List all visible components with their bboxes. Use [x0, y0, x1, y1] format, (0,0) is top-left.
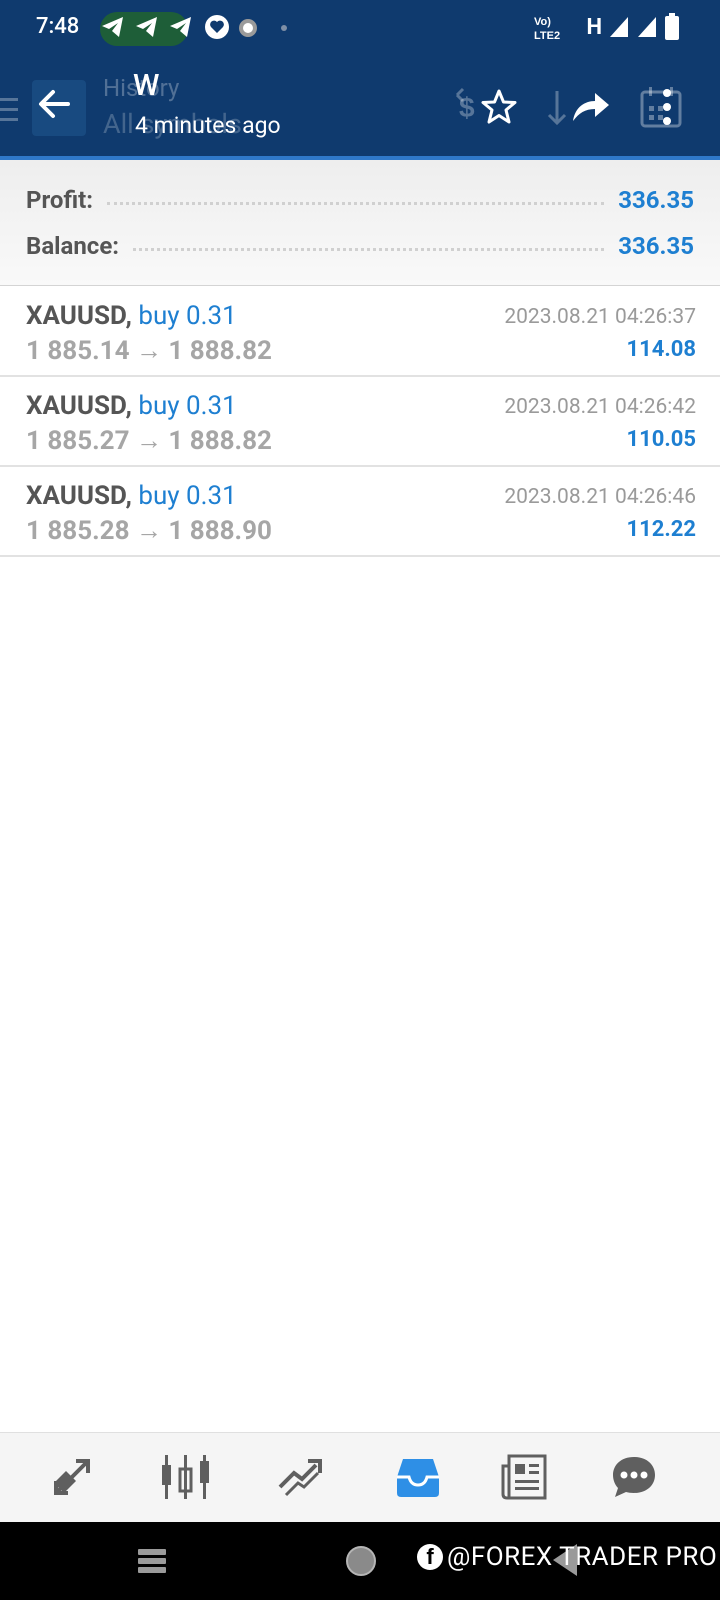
quotes-icon	[54, 1459, 90, 1495]
messages-icon	[613, 1457, 655, 1497]
svg-text:Vo): Vo)	[534, 16, 551, 28]
page-subtitle: 4 minutes ago	[135, 112, 281, 139]
system-nav-bar: f @FOREX TRADER PRO	[0, 1522, 720, 1600]
deal-profit: 110.05	[626, 427, 697, 452]
tab-history[interactable]	[388, 1447, 448, 1507]
dotted-leader	[106, 201, 605, 205]
news-icon	[501, 1454, 547, 1500]
profit-row: Profit: 336.35	[26, 182, 694, 218]
deal-type: buy 0.31	[138, 481, 237, 511]
share-button[interactable]	[566, 82, 616, 132]
deal-symbol: XAUUSD,	[26, 301, 132, 331]
balance-row: Balance: 336.35	[26, 228, 694, 264]
deal-time: 2023.08.21 04:26:37	[504, 305, 696, 329]
deal-type: buy 0.31	[138, 301, 237, 331]
account-summary: Profit: 336.35 Balance: 336.35	[0, 160, 720, 286]
heart-icon	[205, 15, 229, 39]
deal-row[interactable]: XAUUSD, buy 0.31 1 885.27 → 1 888.82 202…	[0, 377, 720, 467]
status-right-cluster: Vo) LTE2 H	[532, 12, 680, 42]
more-vertical-icon	[663, 89, 671, 125]
profit-label: Profit:	[26, 186, 93, 214]
balance-value: 336.35	[618, 232, 694, 260]
more-notifications-icon	[281, 25, 287, 31]
deal-row[interactable]: XAUUSD, buy 0.31 1 885.14 → 1 888.82 202…	[0, 287, 720, 377]
deal-symbol: XAUUSD,	[26, 391, 132, 421]
volte-icon: Vo) LTE2	[534, 16, 560, 41]
back-arrow-icon	[39, 90, 70, 118]
tab-chart[interactable]	[156, 1447, 216, 1507]
balance-label: Balance:	[26, 232, 120, 260]
page-title: W	[133, 68, 160, 103]
menu-icon	[0, 98, 18, 121]
tab-trade[interactable]	[270, 1447, 330, 1507]
watermark: f @FOREX TRADER PRO	[417, 1542, 717, 1572]
deal-time: 2023.08.21 04:26:42	[504, 395, 696, 419]
network-type: H	[586, 14, 602, 40]
tab-messages[interactable]	[604, 1447, 664, 1507]
telegram-icon	[170, 17, 191, 37]
deal-prices: 1 885.14 → 1 888.82	[26, 336, 272, 366]
signal-icon	[638, 17, 656, 37]
deal-row[interactable]: XAUUSD, buy 0.31 1 885.28 → 1 888.90 202…	[0, 467, 720, 557]
chart-icon	[162, 1455, 209, 1499]
bottom-tab-bar	[0, 1432, 720, 1522]
deal-type: buy 0.31	[138, 391, 237, 421]
profit-value: 336.35	[618, 186, 694, 214]
deal-profit: 114.08	[626, 337, 697, 362]
history-icon	[397, 1459, 439, 1497]
telegram-icon	[102, 17, 123, 37]
tab-quotes[interactable]	[42, 1447, 102, 1507]
tab-news[interactable]	[494, 1447, 554, 1507]
deal-prices: 1 885.27 → 1 888.82	[26, 426, 272, 456]
deal-time: 2023.08.21 04:26:46	[504, 485, 696, 509]
star-icon	[481, 89, 517, 124]
dotted-leader	[133, 247, 605, 251]
back-button[interactable]	[34, 84, 74, 124]
home-button[interactable]	[346, 1546, 376, 1576]
signal-icon	[610, 17, 628, 37]
more-options-button[interactable]	[652, 82, 682, 132]
facebook-icon: f	[417, 1544, 443, 1570]
trade-icon	[278, 1459, 322, 1497]
svg-text:$: $	[459, 92, 475, 123]
watermark-text: @FOREX TRADER PRO	[447, 1542, 718, 1572]
svg-text:LTE2: LTE2	[534, 30, 560, 41]
telegram-icon	[136, 17, 157, 37]
deal-symbol: XAUUSD,	[26, 481, 132, 511]
share-icon	[573, 93, 609, 121]
status-time: 7:48	[36, 14, 80, 39]
battery-icon	[665, 13, 679, 40]
recent-apps-icon[interactable]	[136, 1546, 168, 1576]
deal-prices: 1 885.28 → 1 888.90	[26, 516, 272, 546]
status-bar: 7:48 Vo) LTE2 H	[0, 0, 720, 56]
favorite-button[interactable]	[474, 82, 524, 132]
notification-dot-icon	[239, 19, 257, 37]
deal-profit: 112.22	[626, 517, 697, 542]
